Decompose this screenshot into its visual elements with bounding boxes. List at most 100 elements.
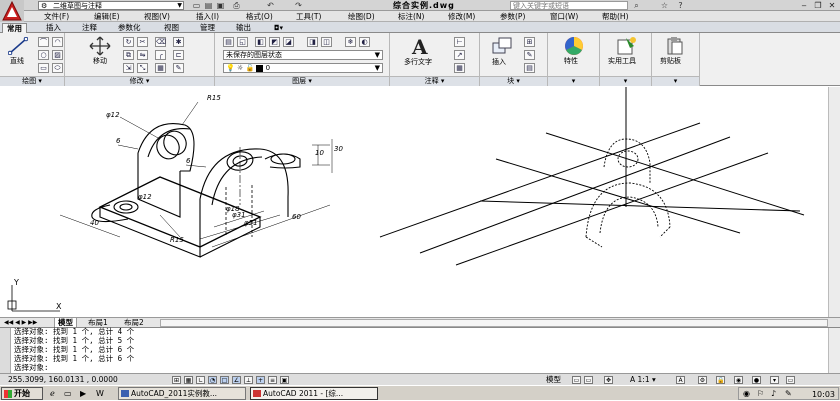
tab-view[interactable]: 视图 [160, 23, 183, 33]
explode-icon[interactable]: ✱ [173, 37, 184, 47]
osnap-toggle[interactable]: □ [220, 376, 229, 384]
layer-select[interactable]: 💡 ☼ 🔓 0 ▼ [223, 63, 383, 73]
taskbar-item-word[interactable]: AutoCAD_2011实例教... [118, 387, 246, 400]
utilities-icon[interactable] [616, 36, 638, 56]
edit-block-icon[interactable]: ✎ [524, 50, 535, 60]
hardware-acceleration-icon[interactable]: ◉ [734, 376, 743, 384]
create-block-icon[interactable]: ⊞ [524, 37, 535, 47]
arc-icon[interactable]: ◠ [52, 37, 63, 47]
ellipse-icon[interactable]: ⬭ [52, 63, 63, 73]
make-current-icon[interactable]: ◧ [255, 37, 266, 47]
open-icon[interactable]: ▤ [204, 1, 213, 10]
menu-format[interactable]: 格式(O) [246, 11, 273, 22]
otrack-toggle[interactable]: ∠ [232, 376, 241, 384]
tab-insert[interactable]: 插入 [42, 23, 65, 33]
menu-edit[interactable]: 编辑(E) [94, 11, 120, 22]
vertical-scrollbar[interactable] [828, 87, 840, 317]
polar-toggle[interactable]: ◔ [208, 376, 217, 384]
quick-view-drawings-icon[interactable]: ▭ [584, 376, 593, 384]
minimize-icon[interactable]: ‒ [798, 1, 810, 10]
menu-view[interactable]: 视图(V) [144, 11, 170, 22]
annotation-panel-footer[interactable]: 注释 ▾ [390, 76, 479, 86]
command-scrollbar[interactable] [828, 328, 840, 374]
tray-network-icon[interactable]: ⚐ [757, 389, 764, 398]
undo-icon[interactable]: ↶ [266, 1, 275, 10]
move-icon[interactable] [89, 36, 111, 56]
attribute-icon[interactable]: ▤ [524, 63, 535, 73]
drawing-canvas[interactable]: R15 φ12 6 6 10 30 φ31 φ51 60 40 R15 φ12 … [0, 87, 840, 317]
line-button-label[interactable]: 直线 [10, 56, 24, 66]
tray-volume-icon[interactable]: ♪ [771, 389, 776, 398]
new-icon[interactable]: ▭ [192, 1, 201, 10]
hatch-icon[interactable]: ▨ [52, 50, 63, 60]
draw-panel-footer[interactable]: 绘图 ▾ [0, 76, 64, 86]
tab-manage[interactable]: 管理 [196, 23, 219, 33]
color-wheel-icon[interactable] [562, 36, 586, 56]
trim-icon[interactable]: ✂ [137, 37, 148, 47]
star-icon[interactable]: ☆ [660, 1, 669, 10]
menu-draw[interactable]: 绘图(D) [348, 11, 375, 22]
clean-screen-icon[interactable]: ▭ [786, 376, 795, 384]
start-button[interactable]: 开始 [1, 387, 43, 400]
workspace-switch-icon[interactable]: ⚙ [698, 376, 707, 384]
line-icon[interactable] [8, 37, 28, 55]
layer-properties-icon[interactable]: ▤ [223, 37, 234, 47]
multiline-text-label[interactable]: 多行文字 [404, 57, 432, 67]
snap-toggle[interactable]: ⊞ [172, 376, 181, 384]
tab-parametric[interactable]: 参数化 [114, 23, 145, 33]
rectangle-icon[interactable]: ▭ [38, 63, 49, 73]
binoculars-icon[interactable]: ⌕ [632, 1, 641, 10]
taskbar-item-autocad[interactable]: AutoCAD 2011 - [综... [250, 387, 378, 400]
menu-parametric[interactable]: 参数(P) [500, 11, 525, 22]
block-panel-footer[interactable]: 块 ▾ [480, 76, 547, 86]
menu-insert[interactable]: 插入(I) [196, 11, 219, 22]
ribbon-toggle-icon[interactable]: ◘▾ [270, 23, 287, 33]
off-icon[interactable]: ◐ [359, 37, 370, 47]
quick-view-layouts-icon[interactable]: ▭ [572, 376, 581, 384]
tab-output[interactable]: 输出 [232, 23, 255, 33]
horizontal-scrollbar[interactable] [160, 319, 828, 327]
modify-panel-footer[interactable]: 修改 ▾ [65, 76, 214, 86]
stretch-icon[interactable]: ⇲ [123, 63, 134, 73]
search-input[interactable]: 键入关键字或短语 [510, 1, 628, 10]
properties-label[interactable]: 特性 [564, 56, 578, 66]
copy-icon[interactable]: ⧉ [123, 50, 134, 60]
clipboard-panel-footer[interactable]: ▾ [652, 76, 699, 86]
match-layer-icon[interactable]: ◩ [269, 37, 280, 47]
pan-icon[interactable]: ✥ [604, 376, 613, 384]
multiline-text-icon[interactable]: A [412, 35, 428, 59]
help-icon[interactable]: ? [676, 1, 685, 10]
quicklaunch-media-icon[interactable]: ▶ [80, 389, 86, 398]
dyn-toggle[interactable]: + [256, 376, 265, 384]
utilities-label[interactable]: 实用工具 [608, 56, 636, 66]
clipboard-label[interactable]: 剪贴板 [660, 56, 681, 66]
polyline-icon[interactable]: ⌒ [38, 37, 49, 47]
tab-home[interactable]: 常用 [2, 23, 27, 33]
menu-dimension[interactable]: 标注(N) [398, 11, 424, 22]
qp-toggle[interactable]: ▣ [280, 376, 289, 384]
app-logo[interactable] [0, 0, 24, 22]
save-icon[interactable]: ▣ [216, 1, 225, 10]
quicklaunch-desktop-icon[interactable]: ▭ [64, 389, 72, 398]
grid-toggle[interactable]: ▦ [184, 376, 193, 384]
clipboard-icon[interactable] [666, 36, 684, 56]
layer-state-icon[interactable]: ◱ [237, 37, 248, 47]
command-window[interactable]: 选择对象: 找到 1 个, 总计 4 个 选择对象: 找到 1 个, 总计 5 … [0, 327, 840, 374]
mirror-icon[interactable]: ⇋ [137, 50, 148, 60]
leader-icon[interactable]: ↗ [454, 50, 465, 60]
command-prompt[interactable]: 选择对象: [14, 364, 49, 372]
tab-annotate[interactable]: 注释 [78, 23, 101, 33]
insert-block-label[interactable]: 插入 [492, 57, 506, 67]
isolate-objects-icon[interactable]: ● [752, 376, 761, 384]
menu-file[interactable]: 文件(F) [44, 11, 69, 22]
rotate-icon[interactable]: ↻ [123, 37, 134, 47]
ducs-toggle[interactable]: ⟂ [244, 376, 253, 384]
insert-block-icon[interactable] [492, 37, 512, 55]
menu-window[interactable]: 窗口(W) [550, 11, 578, 22]
restore-icon[interactable]: ❐ [812, 1, 824, 10]
table-icon[interactable]: ▦ [454, 63, 465, 73]
layer-state-select[interactable]: 未保存的图层状态 ▼ [223, 50, 383, 60]
annotation-visibility-icon[interactable]: A [676, 376, 685, 384]
fillet-icon[interactable]: ╭ [155, 50, 166, 60]
redo-icon[interactable]: ↷ [294, 1, 303, 10]
